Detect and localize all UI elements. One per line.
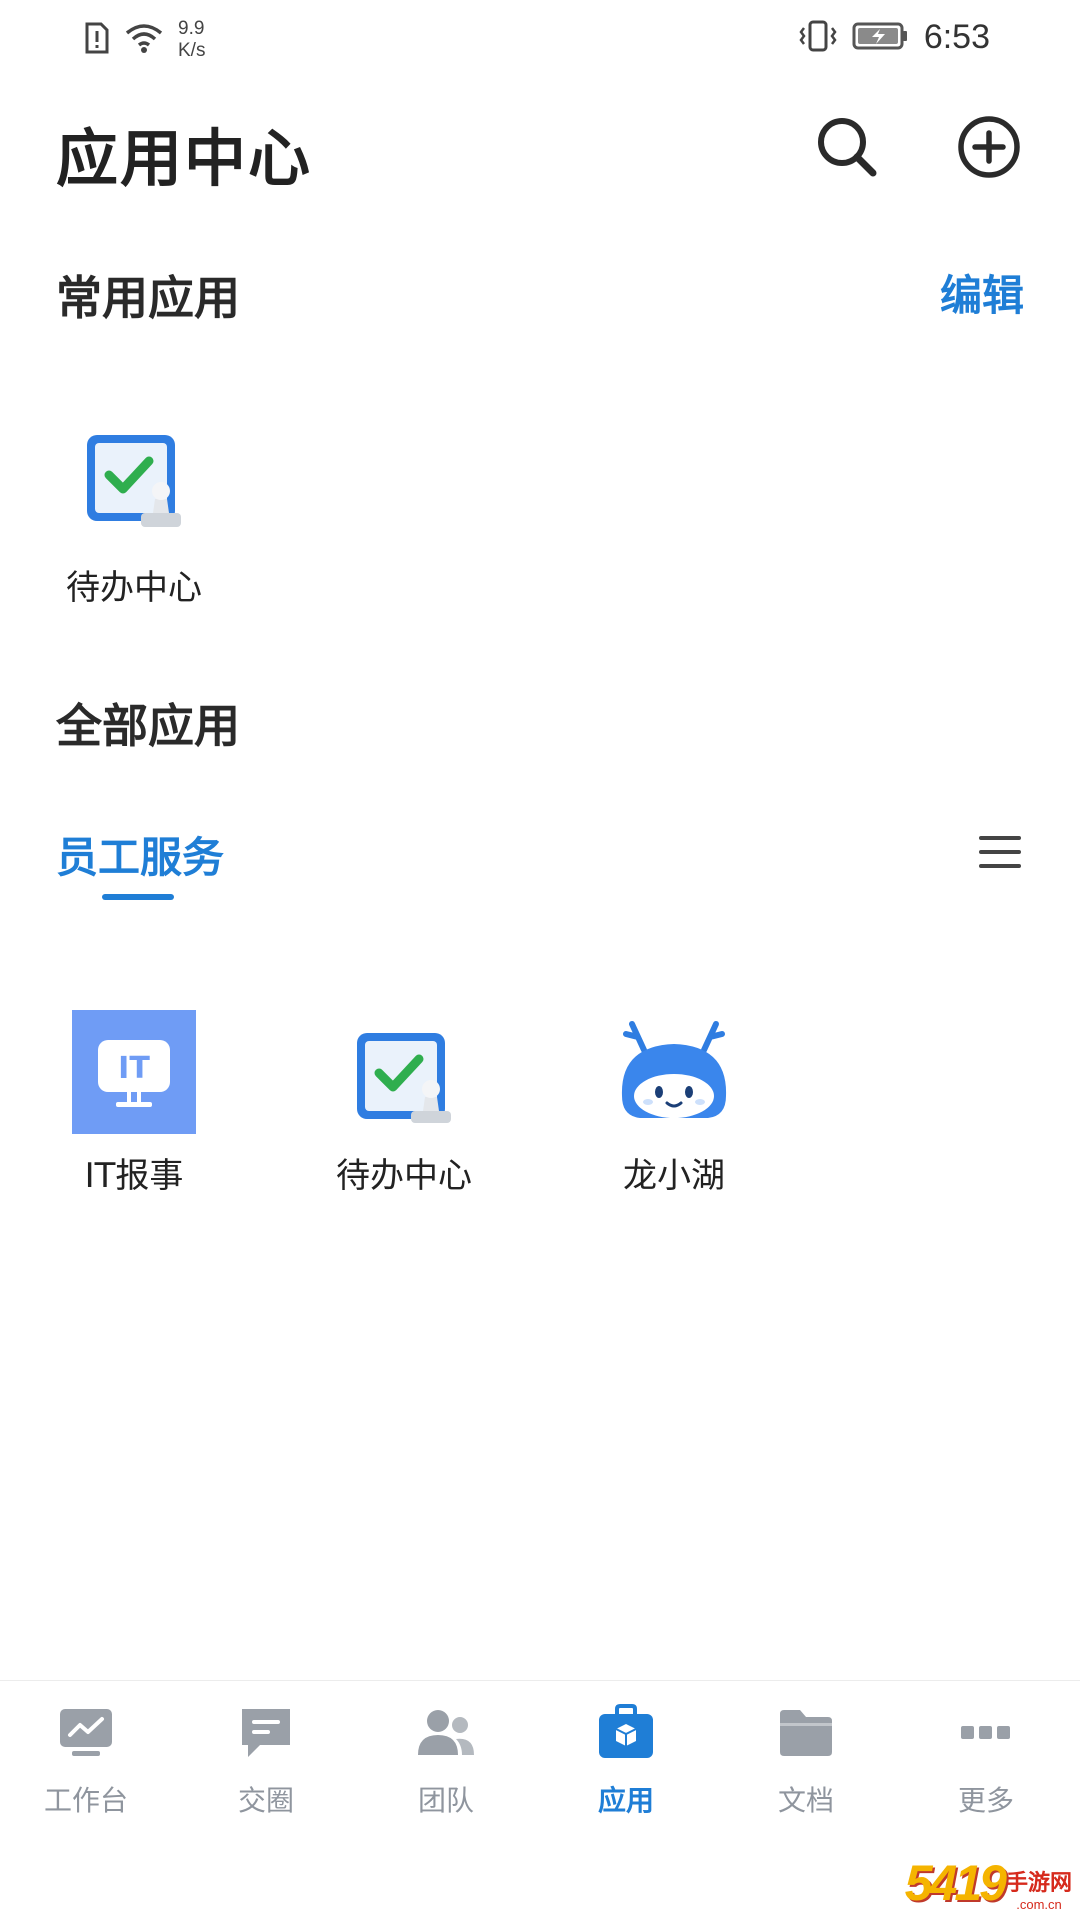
app-tile-dragon-assistant[interactable]: 龙小湖	[574, 1010, 774, 1197]
watermark-text: 手游网 .com.cn	[1006, 1865, 1072, 1912]
app-label: IT报事	[84, 1156, 184, 1196]
tab-employee-services[interactable]: 员工服务	[56, 824, 225, 900]
status-bar: 9.9 K/s 6:53	[0, 0, 1080, 84]
wifi-icon	[124, 21, 164, 59]
search-icon	[815, 115, 879, 183]
watermark-url: .com.cn	[1016, 1897, 1062, 1912]
nav-label: 更多	[957, 1784, 1014, 1817]
folder-icon	[774, 1701, 838, 1765]
chat-icon	[234, 1701, 298, 1765]
add-button[interactable]	[952, 112, 1026, 186]
app-tile-todo-center[interactable]: 待办中心	[304, 1010, 504, 1197]
nav-item-apps[interactable]: 应用	[536, 1701, 716, 1819]
nav-label: 文档	[777, 1784, 834, 1817]
network-speed: 9.9 K/s	[178, 18, 205, 62]
tab-active-indicator	[102, 894, 174, 900]
battery-charging-icon	[852, 21, 910, 55]
nav-item-chat[interactable]: 交圈	[176, 1701, 356, 1819]
nav-label: 应用	[597, 1784, 654, 1817]
nav-label: 团队	[417, 1784, 474, 1817]
vibrate-icon	[798, 19, 838, 57]
it-report-icon: IT	[72, 1010, 196, 1134]
watermark-digits: 5419	[904, 1855, 1007, 1911]
nav-label: 工作台	[43, 1784, 128, 1817]
category-menu-button[interactable]	[972, 826, 1028, 882]
svg-text:IT: IT	[118, 1051, 150, 1086]
todo-center-icon	[72, 422, 196, 546]
apps-icon	[594, 1701, 658, 1765]
common-apps-title: 常用应用	[56, 271, 240, 325]
app-label: 待办中心	[336, 1156, 472, 1196]
dragon-mascot-icon	[612, 1010, 736, 1134]
status-right: 6:53	[798, 18, 990, 57]
app-label: 龙小湖	[623, 1156, 725, 1196]
app-tile-todo-center[interactable]: 待办中心	[34, 422, 234, 609]
network-speed-unit: K/s	[178, 40, 206, 61]
tab-label: 员工服务	[56, 833, 225, 882]
nav-item-team[interactable]: 团队	[356, 1701, 536, 1819]
status-left: 9.9 K/s	[84, 18, 205, 62]
clock-time: 6:53	[923, 18, 990, 56]
sim-alert-icon	[84, 21, 110, 59]
nav-label: 交圈	[237, 1784, 294, 1817]
workbench-icon	[54, 1701, 118, 1765]
nav-item-more[interactable]: 更多	[896, 1701, 1076, 1819]
hamburger-menu-icon	[978, 833, 1022, 875]
all-apps-title: 全部应用	[56, 699, 240, 753]
plus-circle-icon	[956, 114, 1022, 184]
nav-item-docs[interactable]: 文档	[716, 1701, 896, 1819]
nav-item-workbench[interactable]: 工作台	[0, 1701, 176, 1819]
header: 应用中心	[0, 90, 1080, 210]
site-watermark: 5419 手游网 .com.cn	[905, 1854, 1072, 1912]
network-speed-value: 9.9	[178, 18, 205, 39]
more-icon	[954, 1701, 1018, 1765]
app-tile-it-report[interactable]: IT IT报事	[34, 1010, 234, 1197]
app-label: 待办中心	[66, 568, 202, 608]
todo-center-icon	[342, 1010, 466, 1134]
edit-button[interactable]: 编辑	[940, 262, 1024, 323]
team-icon	[414, 1701, 478, 1765]
search-button[interactable]	[810, 112, 884, 186]
watermark-cn: 手游网	[1005, 1871, 1072, 1896]
page-title: 应用中心	[56, 122, 313, 195]
